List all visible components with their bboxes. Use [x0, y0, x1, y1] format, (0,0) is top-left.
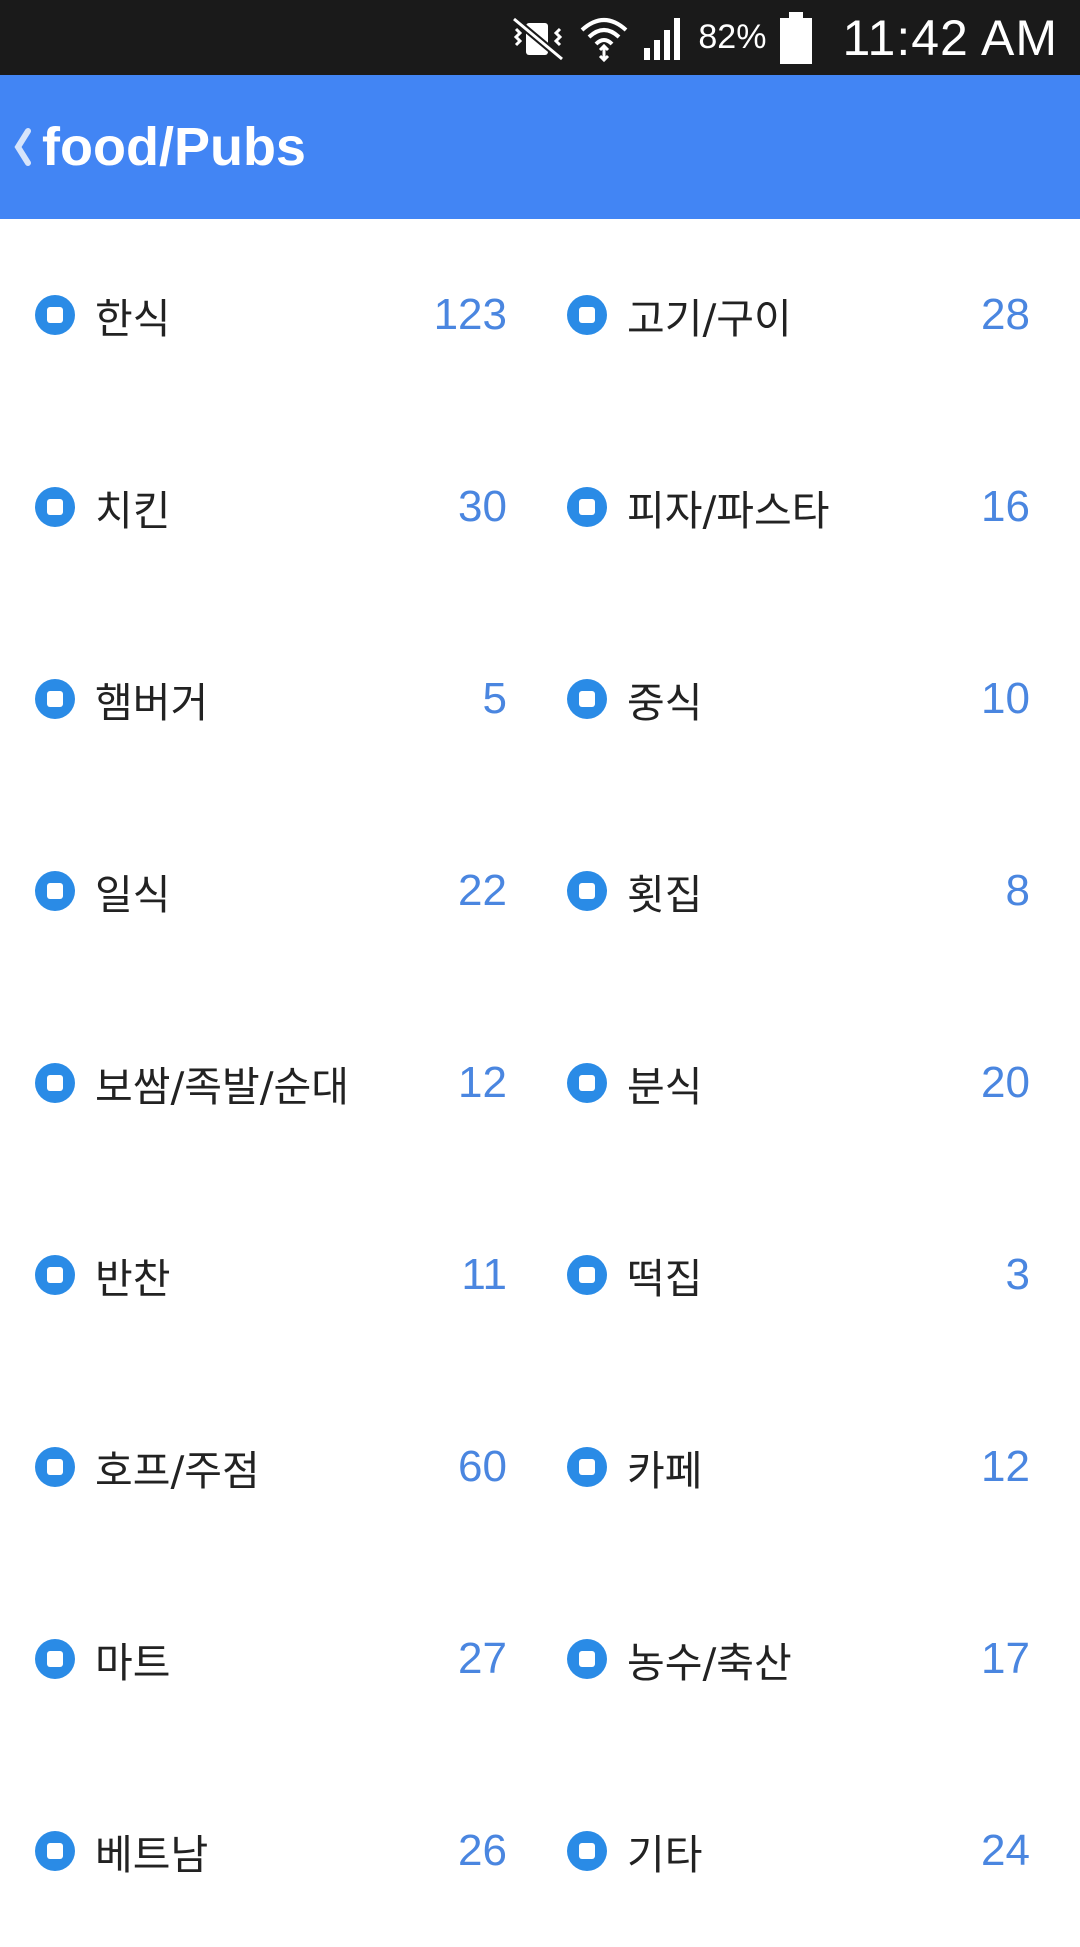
category-item[interactable]: 보쌈/족발/순대 12	[0, 987, 532, 1179]
category-count: 12	[981, 1442, 1030, 1491]
bullet-icon	[35, 1255, 75, 1295]
bullet-icon	[35, 871, 75, 911]
bullet-icon	[567, 1255, 607, 1295]
category-label: 고기/구이	[627, 295, 792, 343]
page-title: food/Pubs	[42, 117, 306, 177]
bullet-icon	[35, 679, 75, 719]
battery-icon	[776, 10, 816, 66]
category-count: 11	[461, 1250, 507, 1299]
bullet-icon	[567, 871, 607, 911]
category-count: 3	[1005, 1250, 1030, 1299]
bullet-icon	[35, 1639, 75, 1679]
category-label: 반찬	[95, 1255, 171, 1303]
bullet-icon	[567, 1447, 607, 1487]
bullet-icon	[567, 487, 607, 527]
chevron-left-icon[interactable]	[12, 125, 34, 169]
category-grid: 한식 123 고기/구이 28 치킨 30 피자/파스타 16 햄버거 5 중식 10 일식 22 횟집 8 보…	[0, 219, 1080, 1947]
bullet-icon	[35, 295, 75, 335]
category-label: 횟집	[627, 871, 703, 919]
category-item[interactable]: 베트남 26	[0, 1755, 532, 1947]
category-item[interactable]: 마트 27	[0, 1563, 532, 1755]
vibrate-mute-icon	[508, 15, 568, 61]
category-count: 28	[981, 290, 1030, 339]
category-item[interactable]: 치킨 30	[0, 411, 532, 603]
category-label: 한식	[95, 295, 171, 343]
category-item[interactable]: 중식 10	[532, 603, 1064, 795]
category-count: 16	[981, 482, 1030, 531]
bullet-icon	[35, 1447, 75, 1487]
category-label: 햄버거	[95, 679, 209, 727]
category-label: 치킨	[95, 487, 171, 535]
clock: 11:42 AM	[842, 9, 1058, 66]
category-label: 농수/축산	[627, 1639, 792, 1687]
bullet-icon	[35, 487, 75, 527]
category-label: 분식	[627, 1063, 703, 1111]
category-item[interactable]: 한식 123	[0, 219, 532, 411]
category-item[interactable]: 피자/파스타 16	[532, 411, 1064, 603]
category-count: 10	[981, 674, 1030, 723]
bullet-icon	[35, 1831, 75, 1871]
category-label: 기타	[627, 1831, 703, 1879]
category-count: 27	[458, 1634, 507, 1683]
category-item[interactable]: 일식 22	[0, 795, 532, 987]
category-label: 보쌈/족발/순대	[95, 1063, 349, 1111]
category-label: 카페	[627, 1447, 703, 1495]
signal-icon	[640, 14, 688, 62]
category-item[interactable]: 떡집 3	[532, 1179, 1064, 1371]
app-bar: food/Pubs	[0, 75, 1080, 219]
category-item[interactable]: 농수/축산 17	[532, 1563, 1064, 1755]
category-count: 17	[981, 1634, 1030, 1683]
category-item[interactable]: 기타 24	[532, 1755, 1064, 1947]
category-count: 8	[1005, 866, 1030, 915]
bullet-icon	[567, 1063, 607, 1103]
status-bar: 82% 11:42 AM	[0, 0, 1080, 75]
category-count: 24	[981, 1826, 1030, 1875]
bullet-icon	[567, 679, 607, 719]
category-label: 호프/주점	[95, 1447, 260, 1495]
category-count: 60	[458, 1442, 507, 1491]
category-label: 마트	[95, 1639, 171, 1687]
category-item[interactable]: 분식 20	[532, 987, 1064, 1179]
category-count: 30	[458, 482, 507, 531]
category-label: 일식	[95, 871, 171, 919]
category-count: 22	[458, 866, 507, 915]
category-item[interactable]: 고기/구이 28	[532, 219, 1064, 411]
category-count: 26	[458, 1826, 507, 1875]
bullet-icon	[35, 1063, 75, 1103]
bullet-icon	[567, 1639, 607, 1679]
category-item[interactable]: 횟집 8	[532, 795, 1064, 987]
category-item[interactable]: 카페 12	[532, 1371, 1064, 1563]
category-label: 중식	[627, 679, 703, 727]
category-count: 5	[482, 674, 507, 723]
battery-percent: 82%	[698, 18, 767, 56]
category-count: 123	[433, 290, 507, 339]
category-item[interactable]: 호프/주점 60	[0, 1371, 532, 1563]
category-label: 베트남	[95, 1831, 209, 1879]
category-item[interactable]: 햄버거 5	[0, 603, 532, 795]
category-label: 떡집	[627, 1255, 703, 1303]
category-count: 12	[458, 1058, 507, 1107]
wifi-icon	[578, 12, 630, 64]
bullet-icon	[567, 1831, 607, 1871]
category-count: 20	[981, 1058, 1030, 1107]
category-item[interactable]: 반찬 11	[0, 1179, 532, 1371]
bullet-icon	[567, 295, 607, 335]
category-label: 피자/파스타	[627, 487, 830, 535]
